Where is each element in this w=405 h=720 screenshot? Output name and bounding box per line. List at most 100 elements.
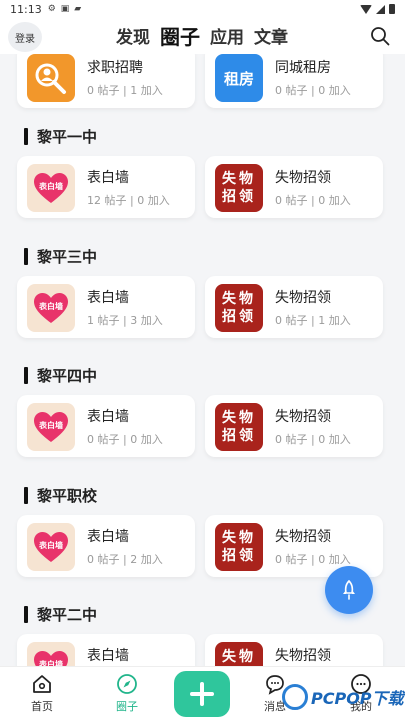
search-icon[interactable] <box>370 26 390 46</box>
plus-icon <box>190 682 214 706</box>
circle-card-confession-wall[interactable]: 表白墙 表白墙 0 帖子 | 2 加入 <box>17 515 195 577</box>
lost-and-found-icon-label: 失物 招领 <box>222 171 256 205</box>
nav-home[interactable]: 首页 <box>17 673 67 714</box>
circle-title: 同城租房 <box>275 60 331 76</box>
job-search-icon <box>27 54 75 102</box>
section-header: 黎平一中 <box>24 126 97 147</box>
section-header: 黎平四中 <box>24 365 97 386</box>
heart-icon: 表白墙 <box>34 292 68 323</box>
circle-card-confession-wall[interactable]: 表白墙 表白墙 1 帖子 | 3 加入 <box>17 276 195 338</box>
circle-title: 失物招领 <box>275 648 331 664</box>
lost-and-found-icon: 失物 招领 <box>215 642 263 666</box>
section-marker <box>24 367 28 384</box>
section-title: 黎平一中 <box>37 128 98 146</box>
section-marker <box>24 487 28 504</box>
circle-stats: 1 帖子 | 3 加入 <box>87 314 163 327</box>
circle-card-rent[interactable]: 租房 同城租房 0 帖子 | 0 加入 <box>205 54 383 108</box>
circle-stats: 0 帖子 | 0 加入 <box>275 84 351 97</box>
circle-title: 表白墙 <box>87 529 129 545</box>
watermark-text: PCPOP下载 <box>311 689 404 708</box>
circle-card-lost-and-found[interactable]: 失物 招领 失物招领 0 帖子 | 1 加入 <box>205 276 383 338</box>
circle-stats: 0 帖子 | 0 加入 <box>275 553 351 566</box>
circle-title: 表白墙 <box>87 170 129 186</box>
heart-label: 表白墙 <box>38 540 63 550</box>
circle-title: 失物招领 <box>275 409 331 425</box>
login-button[interactable]: 登录 <box>8 22 42 52</box>
lost-and-found-icon: 失物 招领 <box>215 523 263 571</box>
header-tabs: 发现 圈子 应用 文章 <box>116 18 288 54</box>
circle-stats: 0 帖子 | 0 加入 <box>275 433 351 446</box>
nav-circles-label: 圈子 <box>116 700 138 713</box>
nav-home-label: 首页 <box>31 700 53 713</box>
circle-stats: 12 帖子 | 0 加入 <box>87 194 170 207</box>
circle-title: 表白墙 <box>87 409 129 425</box>
lost-and-found-icon-label: 失物 招领 <box>222 410 256 444</box>
section-title: 黎平二中 <box>37 606 98 624</box>
heart-icon: 表白墙 <box>34 531 68 562</box>
confession-wall-icon: 表白墙 <box>27 284 75 332</box>
sd-card-icon: ▰ <box>74 4 82 14</box>
status-bar: 11:13 ⚙ ▣ ▰ <box>0 0 405 18</box>
nav-circles[interactable]: 圈子 <box>102 673 152 714</box>
tab-circles[interactable]: 圈子 <box>160 26 200 48</box>
lost-and-found-icon-label: 失物 招领 <box>222 530 256 564</box>
battery-icon <box>389 4 395 14</box>
status-time: 11:13 <box>10 2 42 16</box>
circle-stats: 0 帖子 | 1 加入 <box>275 314 351 327</box>
rocket-fab-button[interactable] <box>325 566 373 614</box>
section-header: 黎平三中 <box>24 246 97 267</box>
circle-card-confession-wall[interactable]: 表白墙 表白墙 0 帖子 | 0 加入 <box>17 395 195 457</box>
rocket-icon <box>343 579 355 600</box>
lost-and-found-icon: 失物 招领 <box>215 164 263 212</box>
home-icon <box>33 675 51 693</box>
section-title: 黎平四中 <box>37 367 98 385</box>
circle-title: 失物招领 <box>275 529 331 545</box>
wifi-icon <box>360 4 372 14</box>
tab-discover[interactable]: 发现 <box>116 28 150 48</box>
circle-card-lost-and-found[interactable]: 失物 招领 失物招领 0 帖子 | 0 加入 <box>205 395 383 457</box>
tab-articles[interactable]: 文章 <box>254 28 288 48</box>
circle-stats: 0 帖子 | 2 加入 <box>87 553 163 566</box>
circle-card-confession-wall[interactable]: 表白墙 表白墙 <box>17 634 195 666</box>
confession-wall-icon: 表白墙 <box>27 642 75 666</box>
section-marker <box>24 128 28 145</box>
circle-card-job[interactable]: 求职招聘 0 帖子 | 1 加入 <box>17 54 195 108</box>
signal-icon <box>376 4 385 14</box>
section-title: 黎平职校 <box>37 487 98 505</box>
circle-card-lost-and-found[interactable]: 失物 招领 失物招领 <box>205 634 383 666</box>
section-marker <box>24 606 28 623</box>
circle-title: 失物招领 <box>275 290 331 306</box>
heart-icon: 表白墙 <box>34 172 68 203</box>
confession-wall-icon: 表白墙 <box>27 523 75 571</box>
lost-and-found-icon: 失物 招领 <box>215 403 263 451</box>
watermark-logo-icon <box>282 684 308 710</box>
circle-stats: 0 帖子 | 1 加入 <box>87 84 163 97</box>
circle-card-lost-and-found[interactable]: 失物 招领 失物招领 0 帖子 | 0 加入 <box>205 156 383 218</box>
confession-wall-icon: 表白墙 <box>27 403 75 451</box>
lost-and-found-icon-label: 失物 招领 <box>222 649 256 665</box>
circle-title: 表白墙 <box>87 290 129 306</box>
circle-stats: 0 帖子 | 0 加入 <box>275 194 351 207</box>
heart-icon: 表白墙 <box>34 411 68 442</box>
circle-title: 表白墙 <box>87 648 129 664</box>
watermark: PCPOP下载 <box>282 684 404 710</box>
add-post-button[interactable] <box>174 671 230 717</box>
section-header: 黎平二中 <box>24 604 97 625</box>
heart-label: 表白墙 <box>38 659 63 667</box>
section-header: 黎平职校 <box>24 485 97 506</box>
heart-label: 表白墙 <box>38 181 63 191</box>
rent-icon: 租房 <box>215 54 263 102</box>
tab-apps[interactable]: 应用 <box>210 28 244 48</box>
section-title: 黎平三中 <box>37 248 98 266</box>
lost-and-found-icon: 失物 招领 <box>215 284 263 332</box>
notification-icon: ⚙ <box>47 4 56 14</box>
circle-card-confession-wall[interactable]: 表白墙 表白墙 12 帖子 | 0 加入 <box>17 156 195 218</box>
heart-label: 表白墙 <box>38 301 63 311</box>
compass-icon <box>117 674 137 694</box>
section-marker <box>24 248 28 265</box>
confession-wall-icon: 表白墙 <box>27 164 75 212</box>
circle-stats: 0 帖子 | 0 加入 <box>87 433 163 446</box>
circle-title: 失物招领 <box>275 170 331 186</box>
top-navigation: 登录 发现 圈子 应用 文章 <box>0 18 405 54</box>
heart-icon: 表白墙 <box>34 650 68 667</box>
